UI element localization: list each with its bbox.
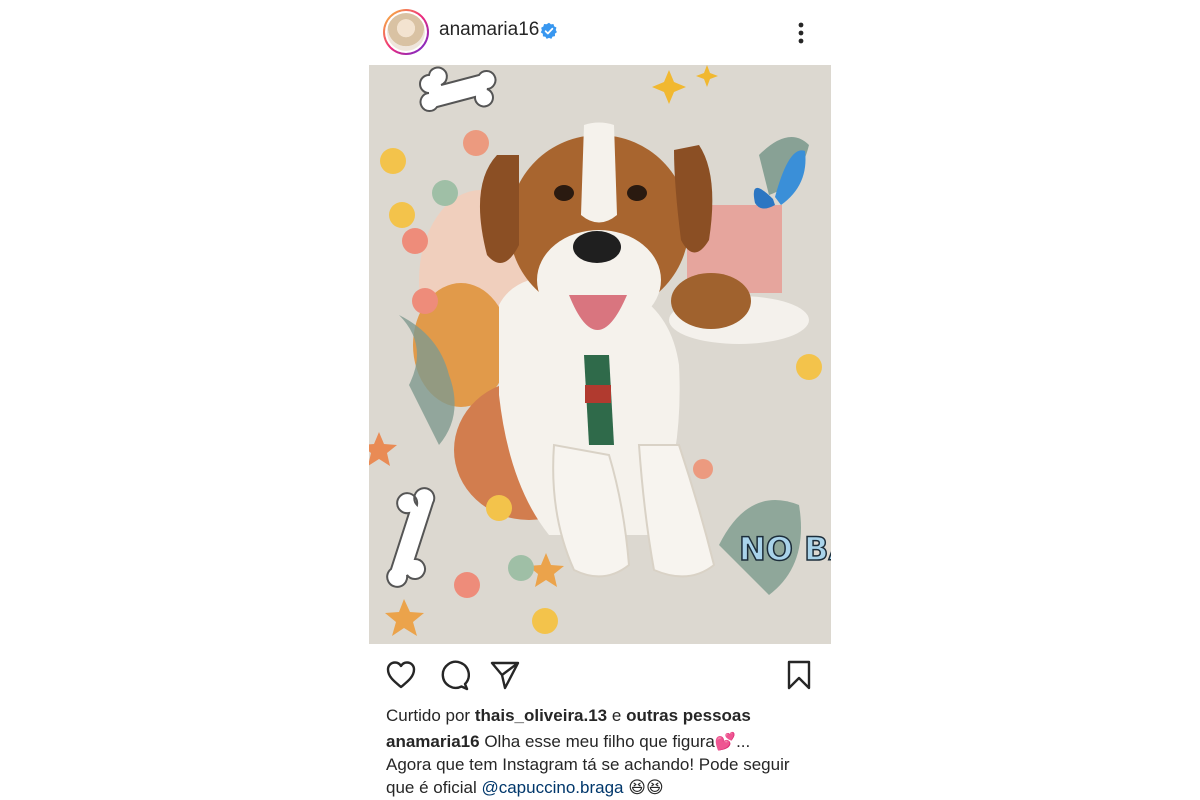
no-bad-vibes-sticker: NO BAD VIBES [738, 529, 831, 569]
post-actions [369, 655, 831, 695]
caption-line-1: anamaria16 Olha esse meu filho que figur… [386, 730, 750, 754]
verified-icon [540, 22, 557, 39]
liked-and: e [611, 706, 622, 725]
likes-line: Curtido por thais_oliveira.13 e outras p… [386, 704, 751, 727]
avatar-photo [387, 13, 425, 51]
caption-emoji-hearts: 💕 [714, 732, 737, 752]
more-caption-link[interactable]: ... [736, 732, 750, 751]
caption-username[interactable]: anamaria16 [386, 732, 480, 751]
caption-text-3: que é oficial [386, 778, 477, 797]
avatar[interactable] [383, 9, 429, 55]
comment-icon[interactable] [438, 659, 470, 691]
caption-text-1: Olha esse meu filho que figura [484, 732, 715, 751]
liked-prefix: Curtido por [386, 706, 471, 725]
liked-user-link[interactable]: thais_oliveira.13 [475, 706, 607, 725]
more-options-icon[interactable] [789, 20, 813, 46]
instagram-post: anamaria16 NO B Curtido por thais_olivei… [369, 0, 831, 800]
caption-line-3: que é oficial @capuccino.braga 😆😆 [386, 776, 664, 800]
mention-link[interactable]: @capuccino.braga [481, 778, 623, 797]
svg-text:NO BAD VIBES: NO BAD VIBES [739, 530, 831, 568]
caption-emoji-laugh: 😆😆 [628, 778, 664, 798]
save-icon[interactable] [783, 659, 815, 691]
caption-text-2: Agora que tem Instagram tá se achando! P… [386, 755, 790, 774]
post-image[interactable]: NO BAD VIBES [369, 65, 831, 644]
caption-line-2: Agora que tem Instagram tá se achando! P… [386, 753, 790, 776]
like-icon[interactable] [385, 659, 417, 691]
post-header: anamaria16 [369, 6, 831, 58]
liked-others-link[interactable]: outras pessoas [626, 706, 751, 725]
post-username[interactable]: anamaria16 [439, 19, 539, 41]
share-icon[interactable] [489, 659, 521, 691]
